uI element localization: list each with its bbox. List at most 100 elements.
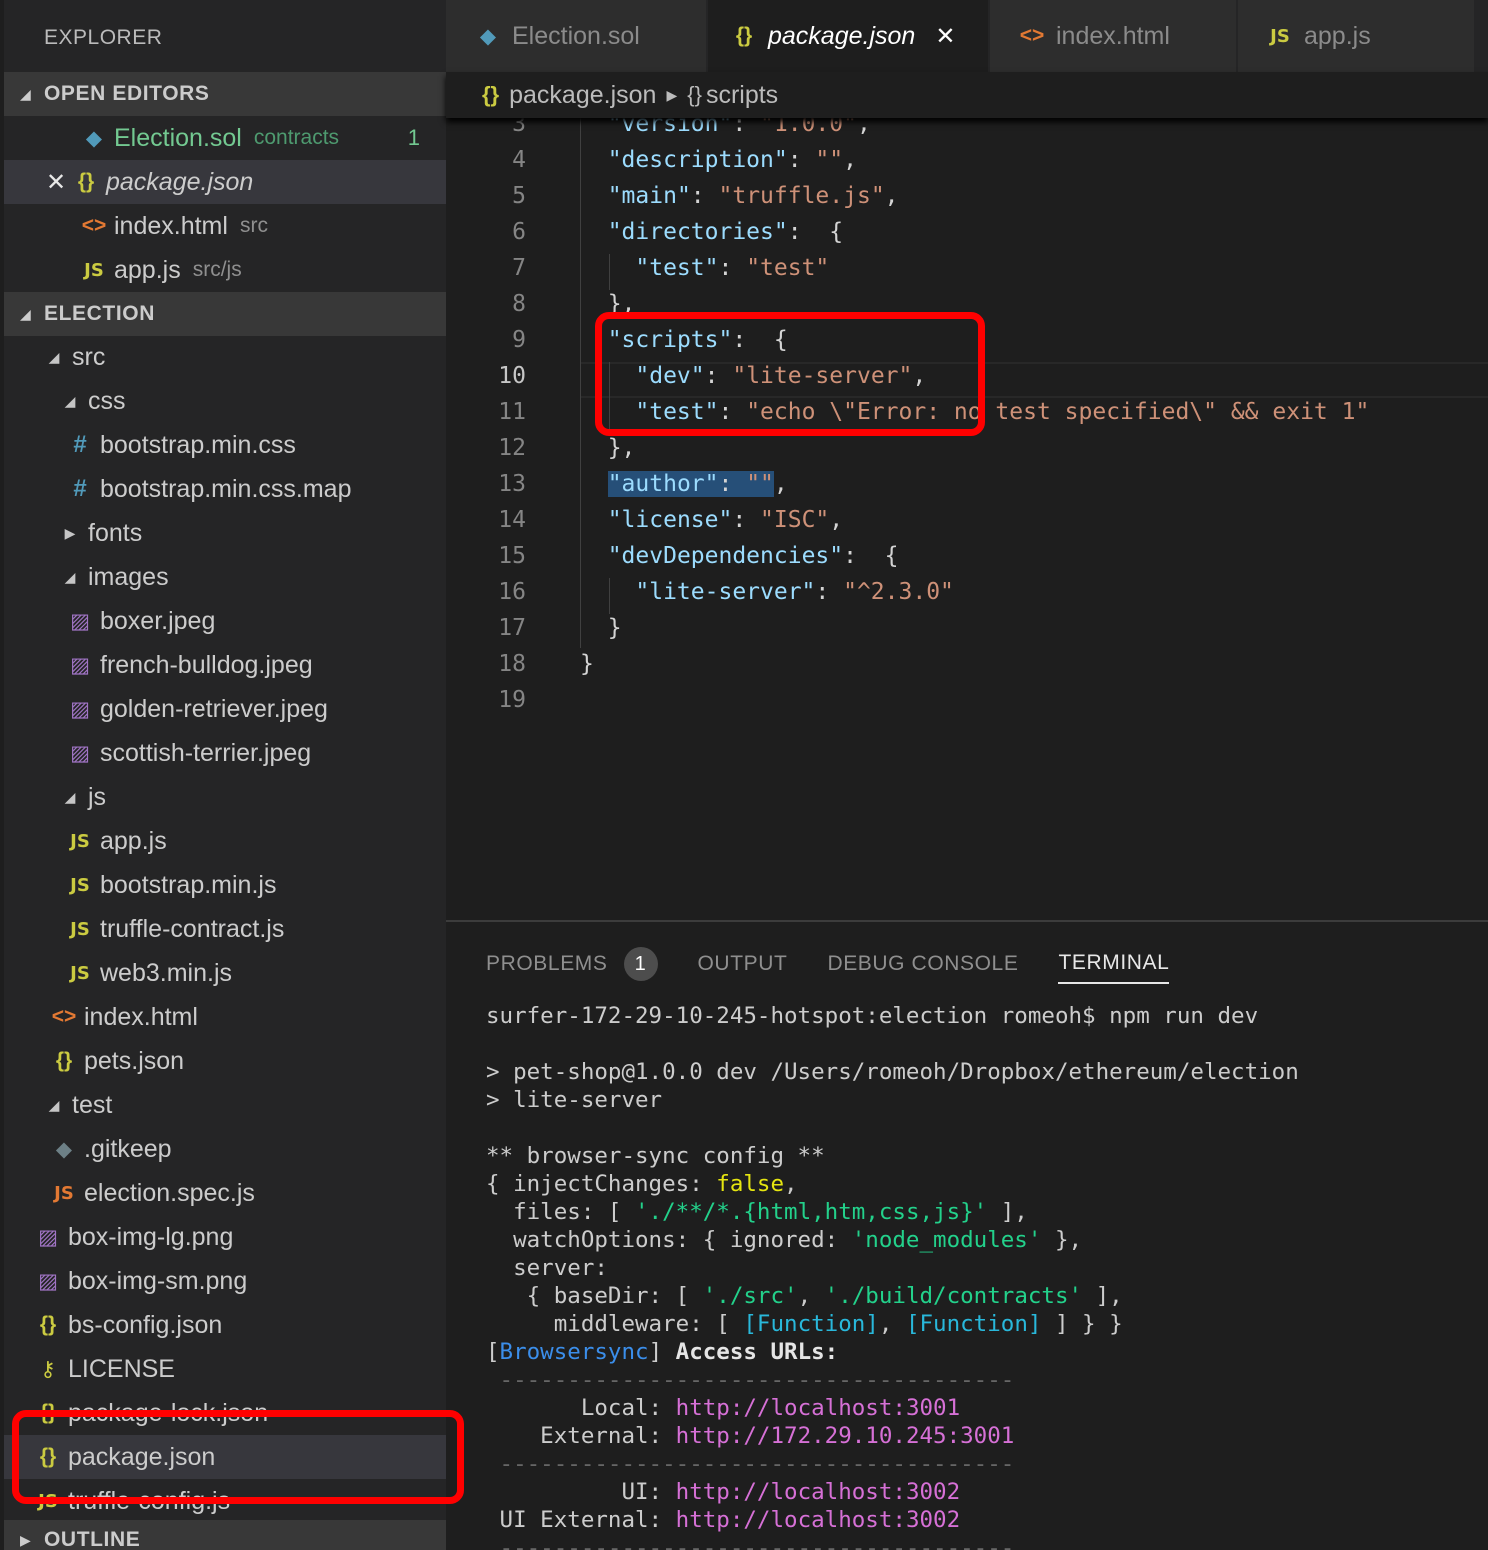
project-title: ELECTION [44,302,155,325]
tree-item-label: .gitkeep [84,1134,172,1163]
tree-folder-test[interactable]: ◢ test [4,1083,446,1127]
outline-header[interactable]: ▶ OUTLINE [4,1520,446,1550]
open-editor-label: package.json [106,167,254,196]
line-number: 15 [498,543,526,569]
tree-file-license[interactable]: ⚷ LICENSE [4,1347,446,1391]
json-icon: {} [55,1049,73,1072]
image-icon: ▨ [70,741,90,765]
terminal-line: Local: http://localhost:3001 [486,1395,961,1421]
tree-item-label: bootstrap.min.js [100,870,277,899]
line-number: 16 [498,579,526,605]
javascript-icon: JS [70,918,90,940]
tree-folder-js[interactable]: ◢ js [4,775,446,819]
local-url-link[interactable]: http://localhost:3001 [676,1395,960,1421]
tree-file-golden-retriever[interactable]: ▨ golden-retriever.jpeg [4,687,446,731]
line-number: 14 [498,507,526,533]
open-editors-header[interactable]: ◢ OPEN EDITORS [4,72,446,116]
close-icon[interactable]: ✕ [935,22,955,51]
json-icon: {} [482,82,500,107]
tree-file-web3[interactable]: JS web3.min.js [4,951,446,995]
open-editor-election-sol[interactable]: ◆ Election.sol contracts 1 [4,116,446,160]
tree-file-app-js[interactable]: JS app.js [4,819,446,863]
close-icon[interactable]: ✕ [42,168,70,197]
tree-file-boxer[interactable]: ▨ boxer.jpeg [4,599,446,643]
open-editor-app-js[interactable]: JS app.js src/js [4,248,446,292]
tree-file-pets-json[interactable]: {} pets.json [4,1039,446,1083]
code-line: 19 [446,682,1488,718]
tree-file-box-img-sm[interactable]: ▨ box-img-sm.png [4,1259,446,1303]
code-line: 6 "directories": { [446,214,1488,250]
code-text: "devDependencies": { [607,543,899,569]
tree-item-label: truffle-contract.js [100,914,285,943]
tab-terminal[interactable]: TERMINAL [1058,944,1170,984]
breadcrumb-item-symbol[interactable]: scripts [706,81,778,110]
tab-app-js[interactable]: JS app.js [1238,0,1476,72]
code-text: } [607,615,622,641]
code-text: } [580,651,594,677]
tree-folder-src[interactable]: ◢ src [4,335,446,379]
explorer-title: EXPLORER [44,26,163,49]
line-number: 3 [512,118,526,137]
terminal-line: files: [ './**/*.{html,htm,css,js}' ], [486,1199,1028,1225]
tab-label: index.html [1056,21,1170,50]
ui-url-link[interactable]: http://localhost:3002 [676,1479,960,1505]
tree-file-bootstrap-js[interactable]: JS bootstrap.min.js [4,863,446,907]
image-icon: ▨ [38,1269,58,1293]
ui-external-url-link[interactable]: http://localhost:3002 [676,1507,960,1533]
problem-count-badge: 1 [407,125,420,150]
tree-item-label: box-img-lg.png [68,1222,234,1251]
tree-file-french-bulldog[interactable]: ▨ french-bulldog.jpeg [4,643,446,687]
tab-debug-console[interactable]: DEBUG CONSOLE [827,944,1018,984]
terminal-line: ** browser-sync config ** [486,1143,825,1169]
open-editor-index-html[interactable]: <> index.html src [4,204,446,248]
line-number: 7 [512,255,526,281]
tab-package-json[interactable]: {} package.json ✕ [708,0,990,72]
image-icon: ▨ [70,653,90,677]
tab-problems[interactable]: PROBLEMS 1 [486,944,658,984]
code-text: "version": "1.0.0", [607,118,871,137]
tree-folder-css[interactable]: ◢ css [4,379,446,423]
image-icon: ▨ [38,1225,58,1249]
highlight-box-scripts [595,312,985,436]
panel-tab-label: OUTPUT [697,952,788,975]
line-number: 12 [498,435,526,461]
tab-index-html[interactable]: <> index.html [990,0,1238,72]
tree-file-index-html[interactable]: <> index.html [4,995,446,1039]
open-editor-label: app.js [114,255,181,284]
open-editor-package-json[interactable]: ✕ {} package.json [4,160,446,204]
project-header[interactable]: ◢ ELECTION [4,292,446,336]
tree-file-bs-config[interactable]: {} bs-config.json [4,1303,446,1347]
chevron-down-icon: ◢ [48,1096,60,1113]
terminal-divider: -------------------------------------- [486,1451,1015,1477]
external-url-link[interactable]: http://172.29.10.245:3001 [676,1423,1015,1449]
tab-output[interactable]: OUTPUT [698,944,788,984]
chevron-down-icon: ◢ [20,305,32,322]
terminal-line: External: http://172.29.10.245:3001 [486,1423,1015,1449]
chevron-down-icon: ◢ [20,85,32,102]
tree-file-scottish-terrier[interactable]: ▨ scottish-terrier.jpeg [4,731,446,775]
chevron-down-icon: ◢ [48,348,60,365]
tree-file-gitkeep[interactable]: ◆ .gitkeep [4,1127,446,1171]
css-icon: # [73,475,87,502]
code-text: "main": "truffle.js", [607,183,899,209]
code-editor[interactable]: 3 "version": "1.0.0", 4 "description": ""… [446,118,1488,920]
breadcrumb-item-file[interactable]: package.json [509,81,656,110]
tab-election-sol[interactable]: ◆ Election.sol [446,0,708,72]
javascript-icon: JS [70,962,90,984]
open-editor-desc: src/js [192,258,242,281]
tree-item-label: bootstrap.min.css [100,430,296,459]
license-icon: ⚷ [40,1357,56,1381]
tree-folder-fonts[interactable]: ▶ fonts [4,511,446,555]
tree-folder-images[interactable]: ◢ images [4,555,446,599]
tree-file-bootstrap-css[interactable]: # bootstrap.min.css [4,423,446,467]
code-text: "description": "", [607,147,857,173]
line-number: 18 [498,651,526,677]
tree-file-election-spec[interactable]: JS election.spec.js [4,1171,446,1215]
javascript-icon: JS [54,1182,74,1204]
tree-file-bootstrap-css-map[interactable]: # bootstrap.min.css.map [4,467,446,511]
tree-file-truffle-contract[interactable]: JS truffle-contract.js [4,907,446,951]
terminal-line: UI External: http://localhost:3002 [486,1507,961,1533]
open-editor-desc: contracts [253,126,340,149]
code-line: 17 } [446,610,1488,646]
tree-file-box-img-lg[interactable]: ▨ box-img-lg.png [4,1215,446,1259]
